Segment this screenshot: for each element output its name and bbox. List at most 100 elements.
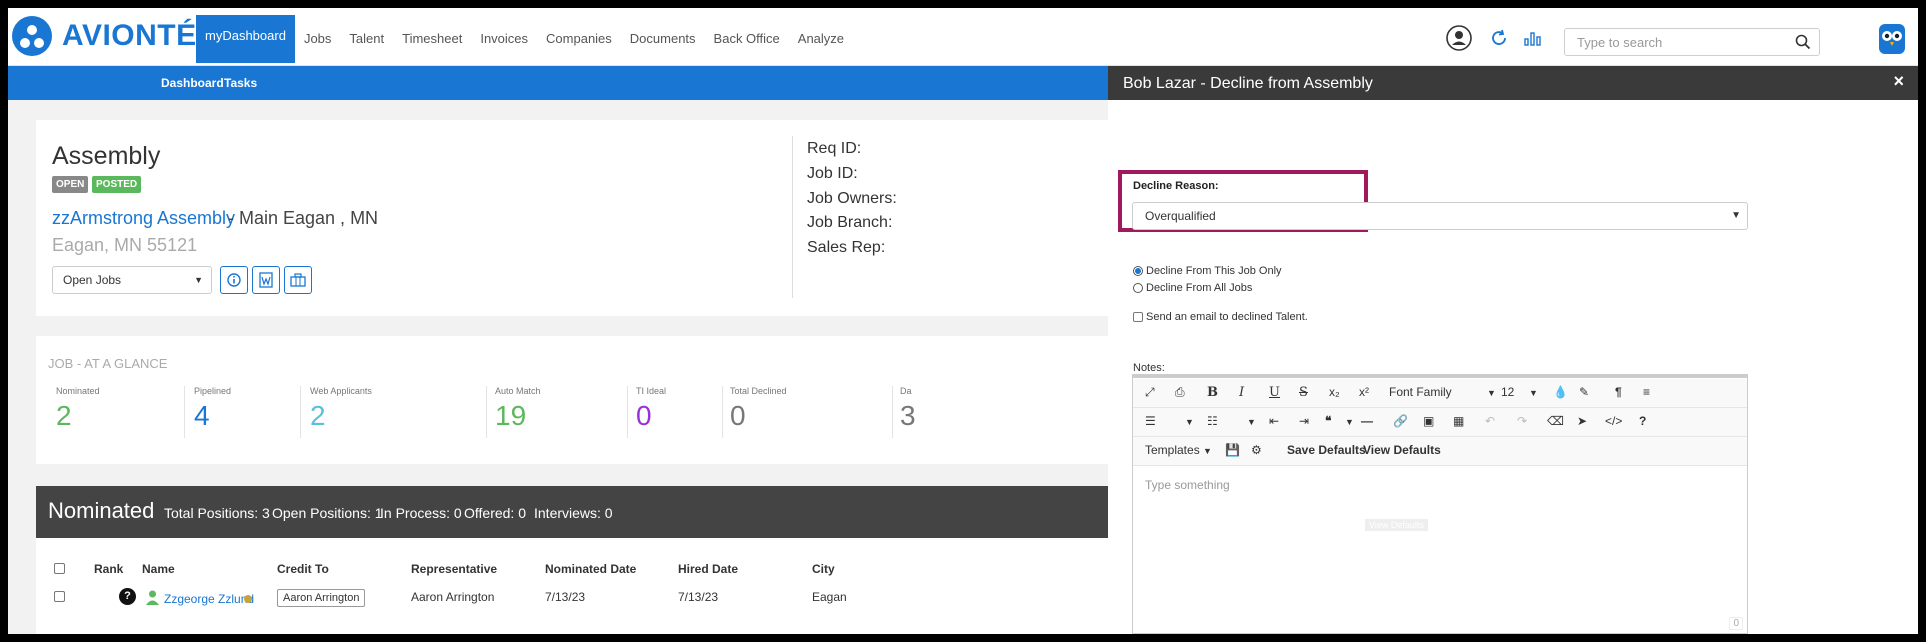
briefcase-button[interactable]: [284, 266, 312, 294]
paragraph-icon[interactable]: ¶: [1615, 385, 1622, 399]
view-defaults-button[interactable]: View Defaults: [1363, 443, 1441, 457]
decline-reason-value: Overqualified: [1145, 209, 1216, 223]
subnav-tasks[interactable]: Tasks: [224, 76, 257, 90]
close-icon[interactable]: ×: [1893, 71, 1904, 92]
nav-item-back-office[interactable]: Back Office: [705, 18, 789, 60]
jobs-filter-select[interactable]: Open Jobs ▼: [52, 266, 212, 294]
subscript-icon[interactable]: x₂: [1329, 385, 1340, 399]
col-nominated-date[interactable]: Nominated Date: [545, 562, 636, 576]
col-city[interactable]: City: [812, 562, 835, 576]
hired-date-cell: 7/13/23: [678, 590, 719, 604]
user-profile-icon[interactable]: [1446, 25, 1472, 51]
save-defaults-button[interactable]: Save Defaults: [1287, 443, 1366, 457]
print-icon[interactable]: ⎙: [1175, 385, 1185, 400]
chevron-down-icon[interactable]: ▼: [1529, 388, 1538, 398]
radio-decline-all-jobs[interactable]: Decline From All Jobs: [1133, 282, 1252, 294]
chevron-down-icon[interactable]: ▼: [1345, 417, 1354, 427]
horizontal-line-icon[interactable]: —: [1361, 414, 1373, 428]
text-color-icon[interactable]: 💧: [1553, 385, 1568, 399]
nav-item-jobs[interactable]: Jobs: [295, 18, 340, 60]
company-link[interactable]: zzArmstrong Assembly: [52, 208, 235, 229]
highlight-icon[interactable]: ✎: [1579, 385, 1589, 399]
templates-menu[interactable]: Templates: [1145, 443, 1200, 457]
search-input[interactable]: [1565, 29, 1785, 55]
jobs-filter-value: Open Jobs: [63, 273, 122, 287]
stat-ti-ideal[interactable]: TI Ideal 0: [636, 386, 666, 432]
undo-icon[interactable]: ↶: [1485, 414, 1495, 428]
chevron-down-icon[interactable]: ▼: [1203, 446, 1212, 456]
align-icon[interactable]: ≡: [1643, 385, 1650, 399]
help-icon[interactable]: ?: [1639, 414, 1646, 428]
chevron-down-icon[interactable]: ▼: [1487, 388, 1496, 398]
stat-auto-match[interactable]: Auto Match 19: [495, 386, 541, 432]
table-icon[interactable]: ▦: [1453, 414, 1464, 428]
indent-icon[interactable]: ⇥: [1299, 414, 1309, 428]
search-icon[interactable]: [1795, 34, 1811, 55]
font-size-select[interactable]: 12: [1501, 385, 1514, 399]
eraser-icon[interactable]: ⌫: [1547, 414, 1564, 428]
underline-icon[interactable]: U: [1269, 385, 1280, 400]
row-checkbox[interactable]: [54, 591, 65, 602]
save-icon[interactable]: 💾: [1225, 443, 1240, 457]
decline-reason-select[interactable]: Overqualified ▼: [1132, 202, 1748, 230]
stat-web-applicants[interactable]: Web Applicants 2: [310, 386, 372, 432]
stat-label: Nominated: [56, 386, 100, 396]
image-icon[interactable]: ▣: [1423, 414, 1434, 428]
select-all-checkbox[interactable]: [54, 563, 65, 574]
open-positions: Open Positions: 1: [272, 505, 383, 521]
status-badge-posted: POSTED: [92, 176, 142, 193]
font-family-select[interactable]: Font Family: [1389, 385, 1452, 399]
avionte-logo[interactable]: AVIONTÉ: [12, 16, 197, 56]
stat-days[interactable]: Da 3: [900, 386, 916, 432]
code-view-icon[interactable]: </>: [1605, 414, 1622, 428]
nav-item-documents[interactable]: Documents: [621, 18, 705, 60]
link-icon[interactable]: 🔗: [1393, 414, 1408, 428]
stat-value: 0: [730, 400, 746, 431]
credit-to-tag[interactable]: Aaron Arrington: [277, 589, 366, 607]
bold-icon[interactable]: B: [1207, 385, 1218, 400]
col-name[interactable]: Name: [142, 562, 175, 576]
outdent-icon[interactable]: ⇤: [1269, 414, 1279, 428]
stat-pipelined[interactable]: Pipelined 4: [194, 386, 231, 432]
word-document-button[interactable]: [252, 266, 280, 294]
info-button[interactable]: [220, 266, 248, 294]
gear-icon[interactable]: ⚙: [1251, 443, 1262, 457]
talent-name-link[interactable]: Zzgeorge Zzlund: [164, 592, 254, 606]
decline-reason-label: Decline Reason:: [1133, 180, 1219, 192]
subnav-dashboard[interactable]: Dashboard: [161, 76, 224, 90]
radio-button-checked[interactable]: [1133, 266, 1143, 276]
refresh-icon[interactable]: [1486, 25, 1512, 51]
nav-item-timesheet[interactable]: Timesheet: [393, 18, 471, 60]
col-hired-date[interactable]: Hired Date: [678, 562, 738, 576]
notes-label: Notes:: [1133, 362, 1165, 374]
send-email-option[interactable]: Send an email to declined Talent.: [1133, 311, 1308, 323]
radio-button[interactable]: [1133, 283, 1143, 293]
col-rank[interactable]: Rank: [94, 562, 123, 576]
italic-icon[interactable]: I: [1239, 385, 1244, 400]
chevron-down-icon[interactable]: ▼: [1247, 417, 1256, 427]
stat-nominated[interactable]: Nominated 2: [56, 386, 100, 432]
radio-label: Decline From This Job Only: [1146, 265, 1282, 277]
stat-total-declined[interactable]: Total Declined 0: [730, 386, 787, 432]
nav-item-invoices[interactable]: Invoices: [471, 18, 537, 60]
notes-textarea[interactable]: Type something 0: [1133, 466, 1747, 634]
strikethrough-icon[interactable]: S: [1299, 385, 1308, 400]
col-credit-to[interactable]: Credit To: [277, 562, 329, 576]
nav-item-mydashboard[interactable]: myDashboard: [196, 15, 295, 63]
select-cursor-icon[interactable]: ➤: [1577, 414, 1587, 428]
superscript-icon[interactable]: x²: [1359, 385, 1369, 399]
fullscreen-icon[interactable]: ⤢: [1145, 385, 1155, 400]
redo-icon[interactable]: ↷: [1517, 414, 1527, 428]
nav-item-companies[interactable]: Companies: [537, 18, 621, 60]
nav-item-analyze[interactable]: Analyze: [789, 18, 853, 60]
nav-item-talent[interactable]: Talent: [340, 18, 393, 60]
chevron-down-icon[interactable]: ▼: [1185, 417, 1194, 427]
radio-decline-this-job[interactable]: Decline From This Job Only: [1133, 265, 1282, 277]
owl-mascot-icon[interactable]: [1878, 22, 1906, 56]
unordered-list-icon[interactable]: ☷: [1207, 414, 1218, 428]
col-representative[interactable]: Representative: [411, 562, 497, 576]
ordered-list-icon[interactable]: ☰: [1145, 414, 1156, 428]
send-email-checkbox[interactable]: [1133, 312, 1143, 322]
quote-icon[interactable]: ❝: [1325, 414, 1331, 428]
analytics-chart-icon[interactable]: [1520, 25, 1546, 51]
